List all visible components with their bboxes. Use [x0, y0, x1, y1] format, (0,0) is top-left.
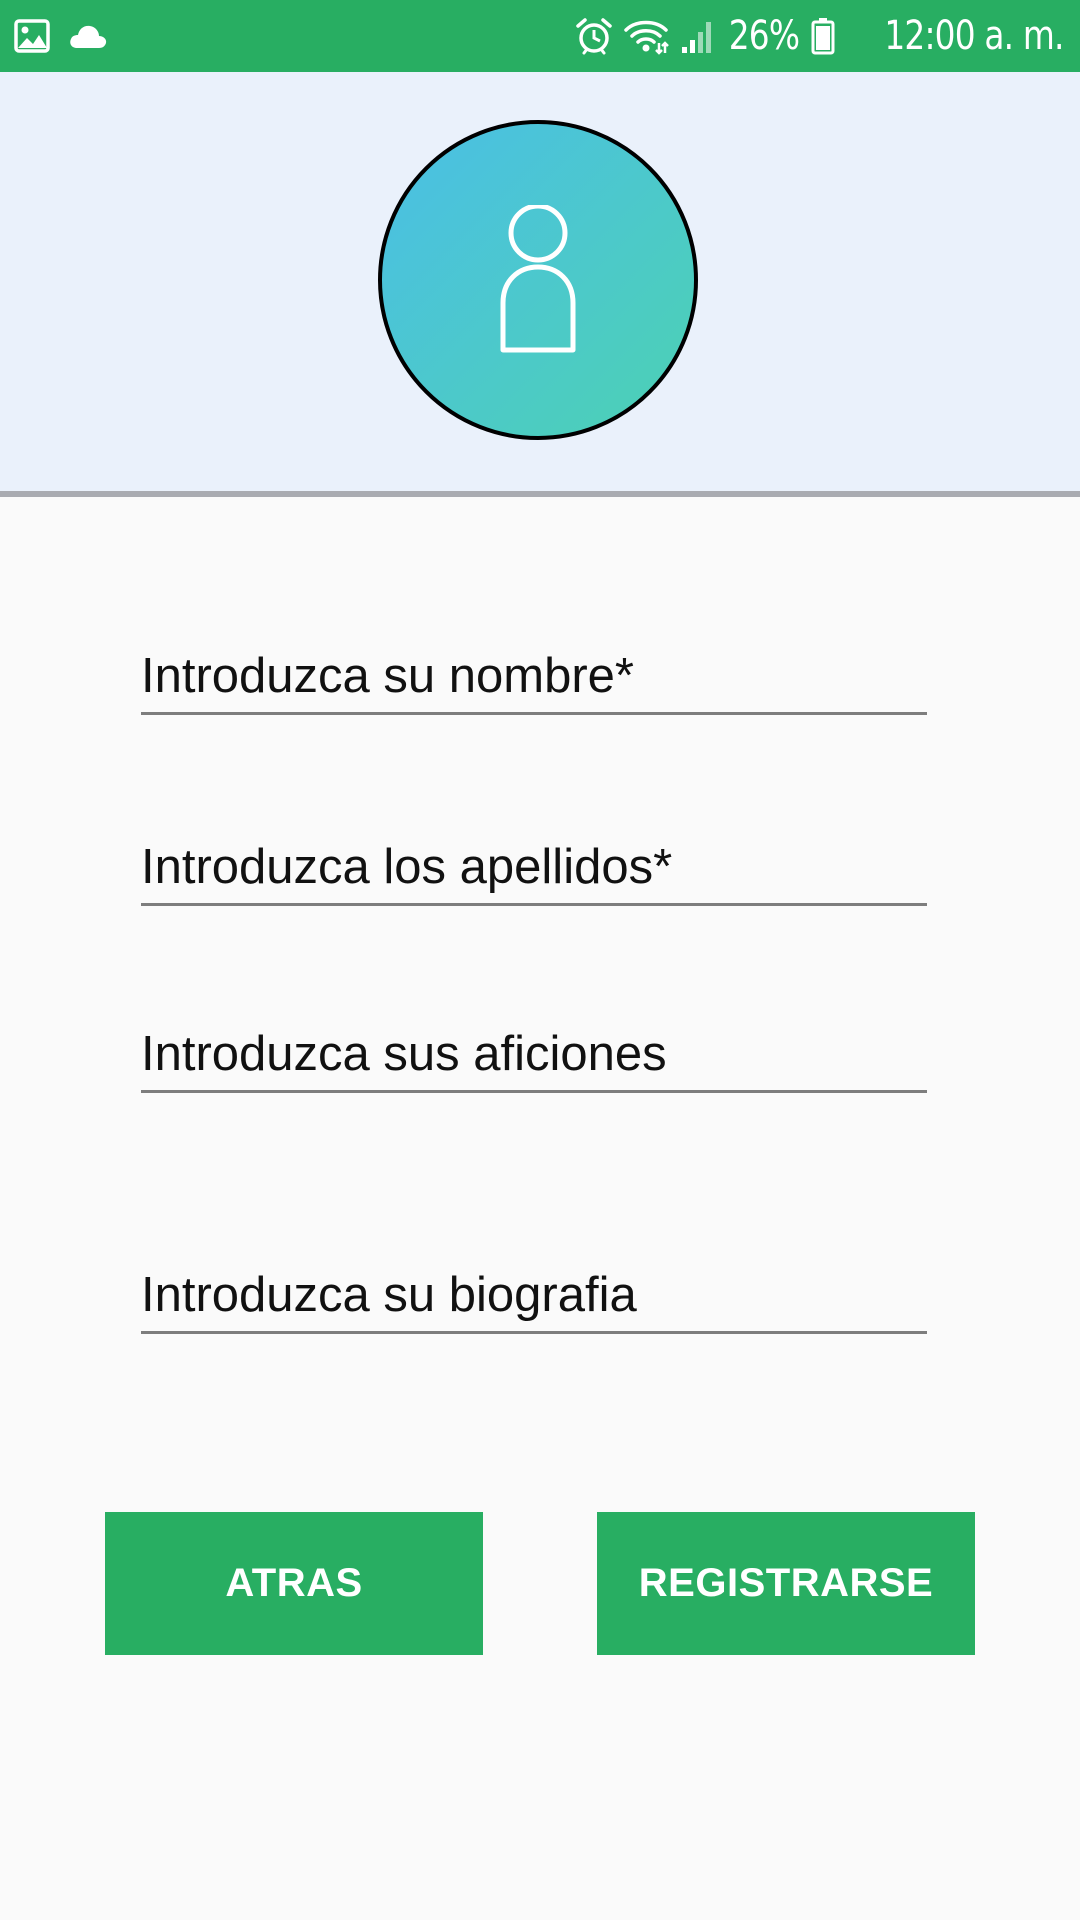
register-button[interactable]: REGISTRARSE — [597, 1512, 975, 1655]
hobbies-field[interactable] — [141, 1014, 927, 1093]
gallery-icon — [14, 19, 50, 53]
biography-field[interactable] — [141, 1255, 927, 1334]
person-icon — [498, 205, 578, 355]
surname-field[interactable] — [141, 827, 927, 906]
header-divider — [0, 491, 1080, 497]
status-bar-right: 26% 12:00 a. m. — [575, 10, 1065, 62]
cloud-icon — [68, 23, 108, 49]
battery-percentage: 26% — [729, 13, 800, 59]
status-bar: 26% 12:00 a. m. — [0, 0, 1080, 72]
alarm-icon — [575, 17, 613, 55]
profile-avatar-button[interactable] — [378, 120, 698, 440]
name-input[interactable] — [141, 648, 927, 704]
battery-icon — [811, 17, 835, 55]
name-field[interactable] — [141, 636, 927, 715]
hobbies-input[interactable] — [141, 1026, 927, 1082]
signal-icon — [679, 17, 717, 55]
clock-time: 12:00 a. m. — [884, 13, 1065, 59]
back-button[interactable]: ATRAS — [105, 1512, 483, 1655]
surname-input[interactable] — [141, 839, 927, 895]
status-bar-left — [14, 16, 108, 56]
wifi-icon — [623, 17, 670, 55]
biography-input[interactable] — [141, 1267, 927, 1323]
